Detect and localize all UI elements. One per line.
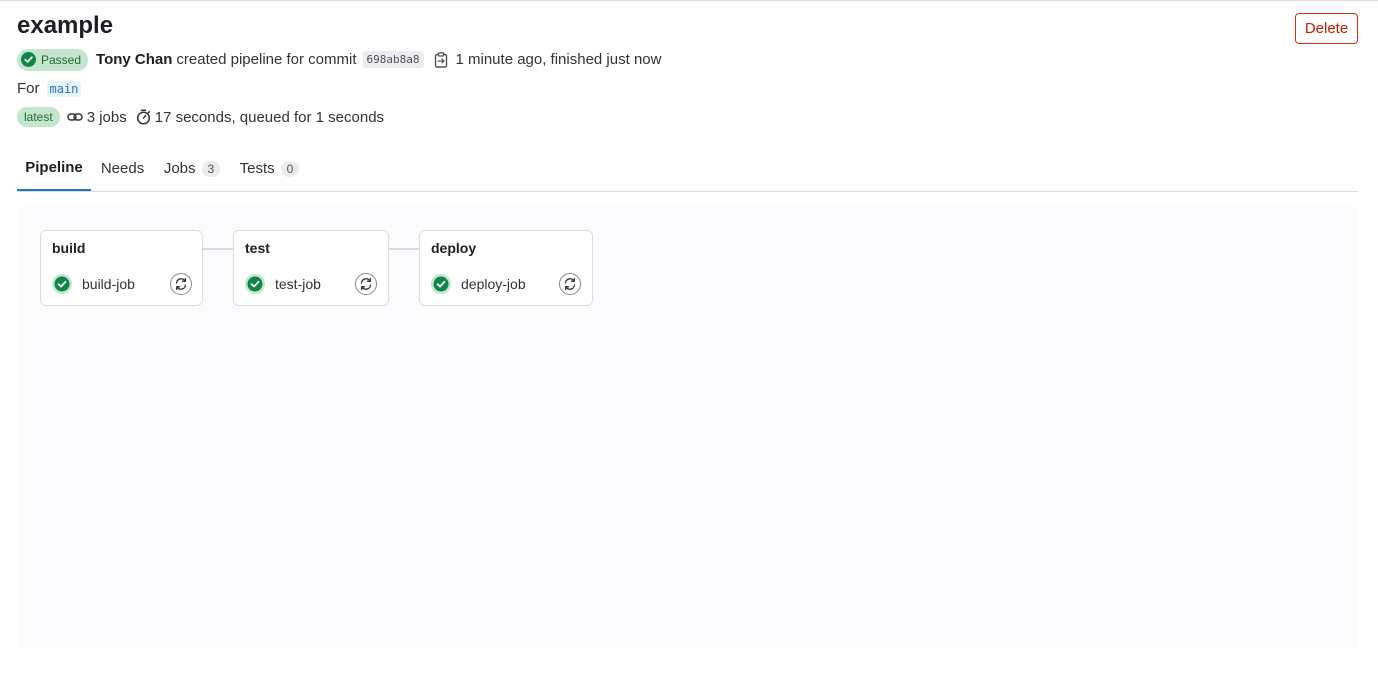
stage-connector [388,248,420,250]
check-circle-icon [21,52,36,67]
duration-text: 17 seconds, queued for 1 seconds [154,108,385,126]
retry-icon [175,277,187,291]
tab-tests[interactable]: Tests 0 [239,146,300,191]
action-text: created pipeline for commit [176,51,357,68]
retry-icon [360,277,372,291]
pipeline-timing: 1 minute ago, finished just now [455,51,662,68]
author-link[interactable]: Tony Chan [96,51,172,68]
meta-row: latest 3 jobs 17 seconds, queued for 1 s… [17,107,384,127]
tab-label: Jobs [163,160,196,177]
job-name: test-job [275,276,321,292]
tab-count: 3 [201,160,221,177]
tab-label: Pipeline [25,159,83,176]
pipeline-graph: build build-job test test-job deploy dep… [17,207,1358,648]
job-name: build-job [82,276,135,292]
tab-count: 0 [280,160,300,177]
status-label: Passed [41,52,82,67]
pipeline-page: example Delete Passed Tony Chan created … [17,0,1358,683]
stage-title: build [52,240,86,256]
check-circle-icon [431,274,451,294]
stopwatch-icon [136,109,150,125]
job-build[interactable]: build-job [51,273,135,295]
tab-needs[interactable]: Needs [100,146,145,191]
check-circle-icon [245,274,265,294]
stage-build: build build-job [40,230,203,306]
delete-button[interactable]: Delete [1295,13,1358,44]
commit-sha[interactable]: 698ab8a8 [362,51,424,68]
ref-prefix: For [17,80,40,97]
job-deploy[interactable]: deploy-job [430,273,526,295]
pipeline-summary: Passed Tony Chan created pipeline for co… [17,48,661,71]
retry-button[interactable] [170,273,192,295]
stage-title: deploy [431,240,477,256]
status-badge[interactable]: Passed [17,48,89,71]
stage-title: test [245,240,270,256]
tab-label: Needs [100,160,145,177]
tab-jobs[interactable]: Jobs 3 [163,146,221,191]
stage-connector [202,248,234,250]
latest-badge: latest [17,107,60,127]
ref-row: For main [17,80,82,97]
page-title: example [17,12,114,39]
job-name: deploy-job [461,276,526,292]
branch-link[interactable]: main [46,80,82,97]
retry-icon [564,277,576,291]
pipeline-link-icon [66,113,83,121]
retry-button[interactable] [559,273,581,295]
jobs-count: 3 jobs [86,108,127,126]
stage-test: test test-job [233,230,389,306]
tab-label: Tests [239,160,275,177]
tab-pipeline[interactable]: Pipeline [17,146,91,191]
stage-deploy: deploy deploy-job [419,230,593,306]
pipeline-tabs: Pipeline Needs Jobs 3 Tests 0 [17,146,1358,192]
clipboard-icon[interactable] [434,51,448,68]
job-test[interactable]: test-job [244,273,321,295]
check-circle-icon [52,274,72,294]
retry-button[interactable] [355,273,377,295]
